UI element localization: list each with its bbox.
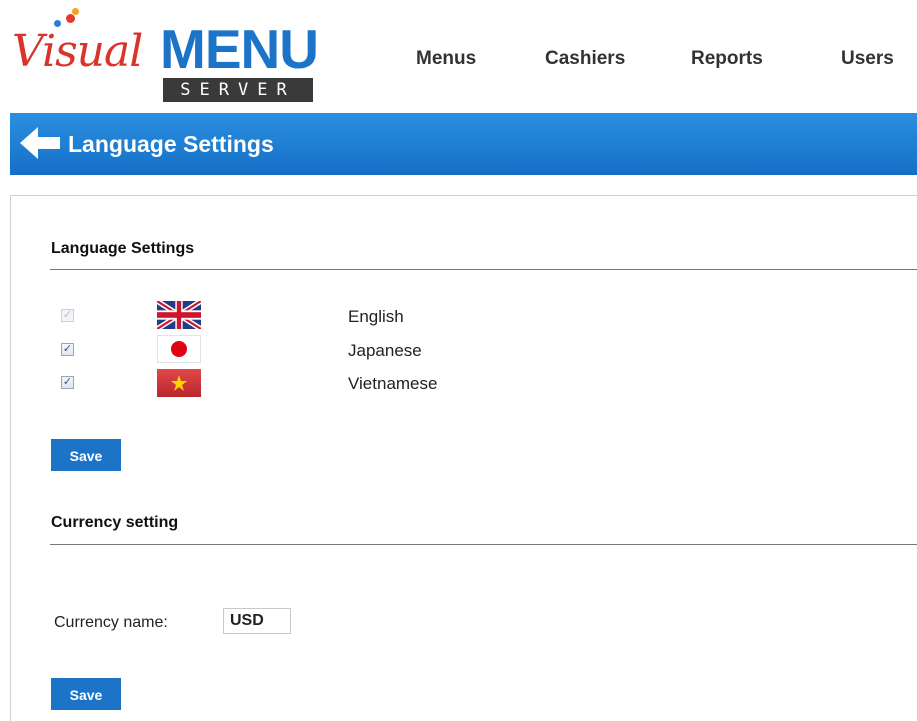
app-header: Visual MENU SERVER Menus Cashiers Report… xyxy=(0,0,917,112)
currency-divider xyxy=(50,544,917,545)
logo-dot-yellow xyxy=(72,8,79,15)
arrow-left-icon[interactable] xyxy=(18,125,62,161)
settings-panel: Language Settings ✓ English ✓ Japanese ✓… xyxy=(10,195,917,721)
save-language-button[interactable]: Save xyxy=(51,439,121,471)
japan-flag-icon xyxy=(157,335,201,363)
save-currency-button[interactable]: Save xyxy=(51,678,121,710)
language-divider xyxy=(50,269,917,270)
language-label-vietnamese: Vietnamese xyxy=(348,374,438,393)
nav-item-menus[interactable]: Menus xyxy=(416,48,476,70)
checkbox-english[interactable]: ✓ xyxy=(61,309,74,322)
nav-item-users[interactable]: Users xyxy=(841,48,894,70)
page-title-bar: Language Settings xyxy=(10,113,917,175)
logo-server-text: SERVER xyxy=(163,78,313,102)
checkbox-vietnamese[interactable]: ✓ xyxy=(61,376,74,389)
page-title: Language Settings xyxy=(68,131,274,157)
nav-item-reports[interactable]: Reports xyxy=(691,48,763,70)
language-label-japanese: Japanese xyxy=(348,341,422,360)
language-label-english: English xyxy=(348,307,404,326)
logo-dot-red xyxy=(66,14,75,23)
currency-name-input[interactable] xyxy=(223,608,291,634)
visual-menu-server-logo[interactable]: Visual MENU SERVER xyxy=(10,8,320,103)
logo-visual-text: Visual xyxy=(12,26,143,77)
logo-menu-text: MENU xyxy=(160,18,319,80)
currency-name-label: Currency name: xyxy=(54,614,168,631)
currency-setting-heading: Currency setting xyxy=(51,514,179,531)
nav-item-cashiers[interactable]: Cashiers xyxy=(545,48,625,70)
checkbox-japanese[interactable]: ✓ xyxy=(61,343,74,356)
uk-flag-icon xyxy=(157,301,201,329)
vietnam-flag-icon xyxy=(157,369,201,397)
language-settings-heading: Language Settings xyxy=(51,240,195,257)
